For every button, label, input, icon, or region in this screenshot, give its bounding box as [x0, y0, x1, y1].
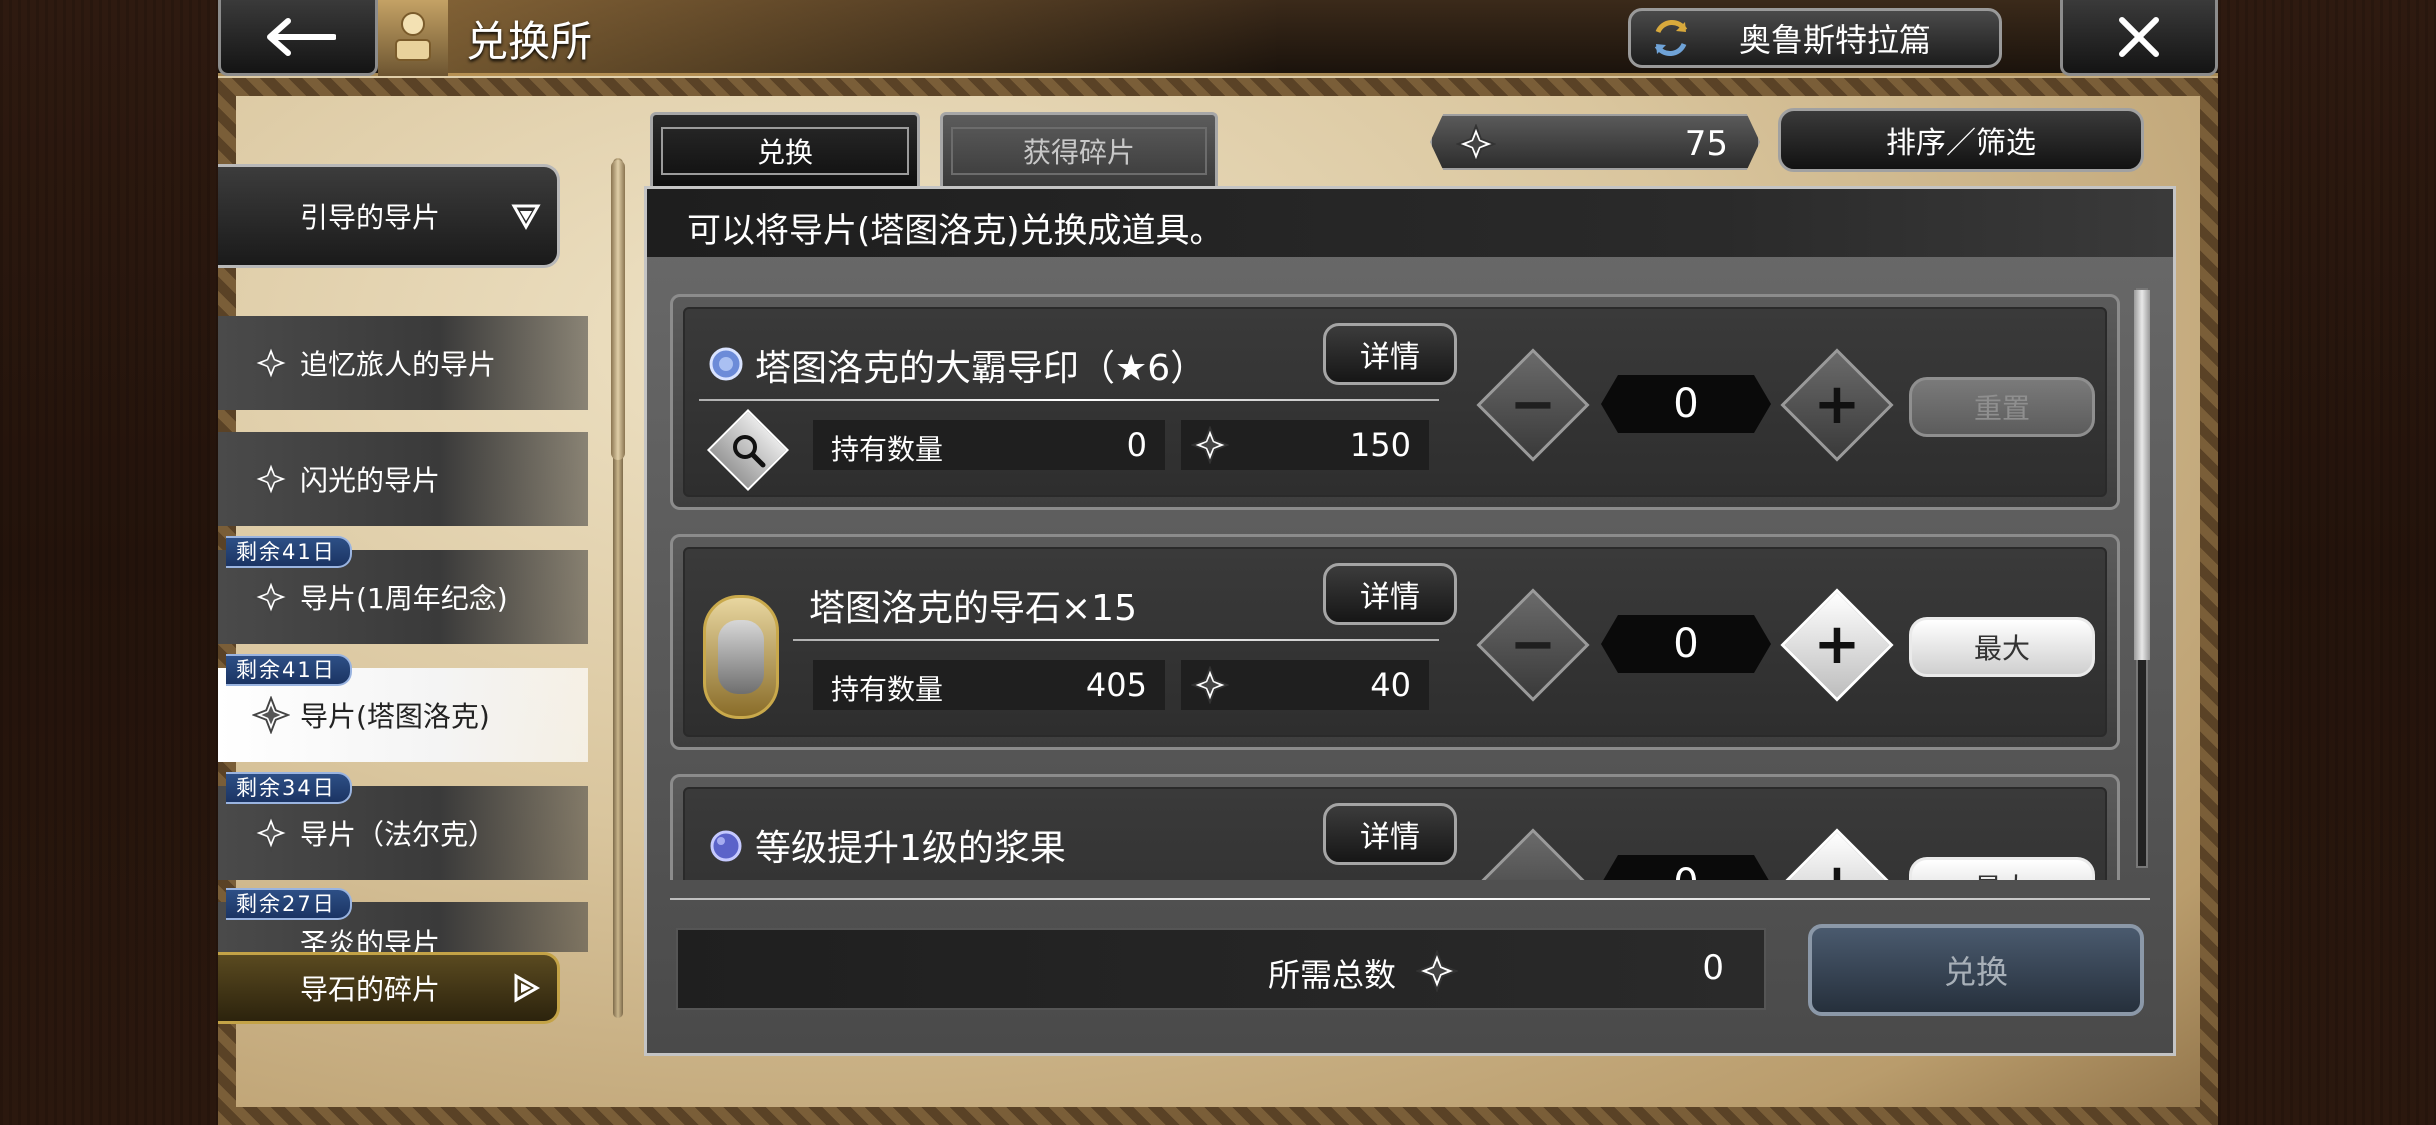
chevron-down-icon — [511, 204, 541, 231]
detail-button[interactable]: 详情 — [1323, 563, 1457, 625]
exchange-item-row: 塔图洛克的大霸导印（★6） 详情 持有数量 0 150 − 0 + 重置 — [670, 294, 2120, 510]
close-button[interactable] — [2060, 0, 2218, 76]
cost-value: 150 — [1349, 426, 1411, 464]
quantity-value: 0 — [1601, 855, 1771, 880]
sidebar-item-flash-shard[interactable]: 闪光的导片 — [218, 432, 588, 526]
detail-button[interactable]: 详情 — [1323, 803, 1457, 865]
chevron-right-icon — [514, 973, 541, 1003]
shard-gem-icon — [1456, 124, 1496, 164]
seal-icon — [709, 347, 743, 381]
shard-balance: 75 — [1430, 114, 1760, 170]
shard-balance-value: 75 — [1684, 124, 1728, 164]
sidebar-scroll-thumb[interactable] — [611, 160, 625, 460]
plus-icon: + — [1813, 372, 1861, 437]
sidebar-item-label: 导片(1周年纪念) — [300, 582, 508, 615]
total-value: 0 — [1702, 948, 1724, 988]
tab-exchange[interactable]: 兑换 — [650, 112, 920, 186]
exchange-item-row: 等级提升1级的浆果 详情 − 0 + 最大 — [670, 774, 2120, 880]
minus-icon: − — [1509, 372, 1557, 437]
exchange-shop-emblem-icon — [378, 0, 448, 76]
divider — [699, 399, 1439, 401]
guidestone-portrait-icon — [703, 595, 779, 719]
shard-gem-icon — [1416, 950, 1458, 992]
total-cost-box: 所需总数 0 — [676, 928, 1766, 1010]
berry-icon — [710, 830, 742, 862]
sidebar-item-traveler-shard[interactable]: 追忆旅人的导片 — [218, 316, 588, 410]
category-guidestone-shards-button[interactable]: 导石的碎片 — [218, 952, 560, 1024]
quantity-value: 0 — [1601, 615, 1771, 673]
tab-obtain-shards[interactable]: 获得碎片 — [940, 112, 1218, 186]
back-button[interactable] — [218, 0, 378, 76]
chapter-label: 奥鲁斯特拉篇 — [1739, 21, 1932, 59]
detail-button[interactable]: 详情 — [1323, 323, 1457, 385]
owned-label: 持有数量 — [831, 673, 944, 706]
total-label: 所需总数 — [1268, 956, 1397, 994]
shard-gem-icon — [252, 814, 290, 852]
shard-gem-icon — [1191, 426, 1229, 464]
tab-label: 兑换 — [661, 126, 909, 175]
page-title: 兑换所 — [466, 17, 593, 66]
sidebar-item-label: 圣炎的导片 — [300, 927, 441, 952]
reset-button[interactable]: 重置 — [1909, 377, 2095, 437]
cycle-icon — [1654, 19, 1688, 57]
shard-gem-icon — [252, 344, 290, 382]
minus-icon: − — [1509, 612, 1557, 677]
sidebar-item-label: 闪光的导片 — [300, 464, 441, 497]
owned-count-box: 持有数量 405 — [813, 660, 1165, 710]
shard-gem-icon — [1191, 666, 1229, 704]
exchange-button[interactable]: 兑换 — [1808, 924, 2144, 1016]
description-text: 可以将导片(塔图洛克)兑换成道具。 — [687, 211, 1224, 251]
cost-value: 40 — [1370, 666, 1411, 704]
category-label: 导石的碎片 — [300, 973, 441, 1006]
remaining-days-badge: 剩余41日 — [226, 654, 352, 686]
sidebar-item-label: 追忆旅人的导片 — [300, 348, 497, 381]
max-button[interactable]: 最大 — [1909, 857, 2095, 880]
sort-filter-button[interactable]: 排序／筛选 — [1778, 108, 2144, 172]
close-icon — [2119, 16, 2159, 57]
exchange-item-list[interactable]: 塔图洛克的大霸导印（★6） 详情 持有数量 0 150 − 0 + 重置 塔图洛… — [660, 262, 2130, 880]
footer-divider — [670, 898, 2150, 900]
list-scroll-thumb[interactable] — [2134, 290, 2150, 660]
description-bar: 可以将导片(塔图洛克)兑换成道具。 — [647, 189, 2173, 257]
back-arrow-icon — [267, 17, 336, 56]
shard-gem-icon — [252, 578, 290, 616]
left-wood-frame — [0, 0, 218, 1125]
owned-count-box: 持有数量 0 — [813, 420, 1165, 470]
chapter-switch-button[interactable]: 奥鲁斯特拉篇 — [1628, 8, 2002, 68]
tab-label: 获得碎片 — [951, 126, 1207, 175]
owned-value: 405 — [1085, 666, 1147, 704]
item-name: 塔图洛克的大霸导印（★6） — [755, 348, 1207, 389]
owned-label: 持有数量 — [831, 433, 944, 466]
item-name: 等级提升1级的浆果 — [755, 828, 1066, 869]
owned-value: 0 — [1126, 426, 1147, 464]
max-button[interactable]: 最大 — [1909, 617, 2095, 677]
remaining-days-badge: 剩余34日 — [226, 772, 352, 804]
plus-icon: + — [1797, 857, 1877, 881]
quantity-value: 0 — [1601, 375, 1771, 433]
category-guide-shards-button[interactable]: 引导的导片 — [218, 164, 560, 268]
sidebar-item-label: 导片（法尔克） — [300, 818, 497, 851]
minus-icon: − — [1493, 857, 1573, 881]
divider — [793, 639, 1439, 641]
cost-box: 40 — [1181, 660, 1429, 710]
category-label: 引导的导片 — [300, 201, 441, 234]
remaining-days-badge: 剩余41日 — [226, 536, 352, 568]
sidebar-item-label: 导片(塔图洛克) — [300, 700, 490, 733]
item-name: 塔图洛克的导石×15 — [809, 588, 1137, 629]
shard-gem-icon — [252, 696, 290, 734]
magnifier-icon — [725, 427, 771, 473]
exchange-item-row: 塔图洛克的导石×15 详情 持有数量 405 40 − 0 + 最大 — [670, 534, 2120, 750]
plus-icon: + — [1813, 612, 1861, 677]
remaining-days-badge: 剩余27日 — [226, 888, 352, 920]
shard-gem-icon — [252, 460, 290, 498]
right-wood-frame — [2218, 0, 2436, 1125]
cost-box: 150 — [1181, 420, 1429, 470]
